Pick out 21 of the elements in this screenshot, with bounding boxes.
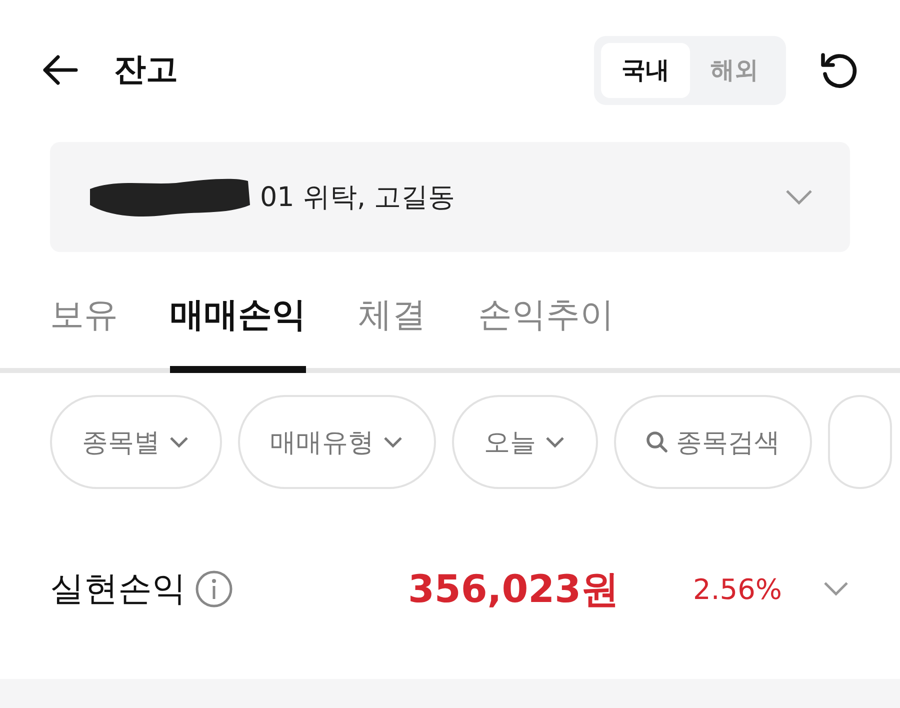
segment-tab[interactable]: 해외 — [690, 42, 779, 98]
summary-label: 실현손익 — [50, 568, 186, 611]
search-icon — [646, 431, 668, 453]
chevron-down-icon — [784, 187, 814, 207]
refresh-icon[interactable] — [818, 50, 858, 90]
segment-tab[interactable]: 국내 — [601, 42, 690, 98]
page-title: 잔고 — [114, 49, 179, 90]
tab[interactable]: 손익추이 — [478, 292, 614, 373]
profit-amount: 356,023원 — [408, 566, 620, 612]
chevron-down-icon[interactable] — [822, 580, 850, 598]
tab[interactable]: 체결 — [358, 292, 426, 373]
info-icon[interactable] — [194, 569, 234, 609]
account-name: 01 위탁, 고길동 — [260, 181, 456, 215]
tab[interactable]: 매매손익 — [170, 292, 306, 373]
filter-dropdown[interactable]: 종목별 — [50, 395, 222, 489]
filter-dropdown[interactable]: 매매유형 — [238, 395, 436, 489]
tab[interactable]: 보유 — [50, 292, 118, 373]
filter-dropdown[interactable]: 오늘 — [452, 395, 598, 489]
search-button[interactable]: 종목검색 — [614, 395, 812, 489]
account-selector[interactable]: 01 위탁, 고길동 — [50, 142, 850, 252]
profit-rate: 2.56% — [693, 572, 782, 606]
